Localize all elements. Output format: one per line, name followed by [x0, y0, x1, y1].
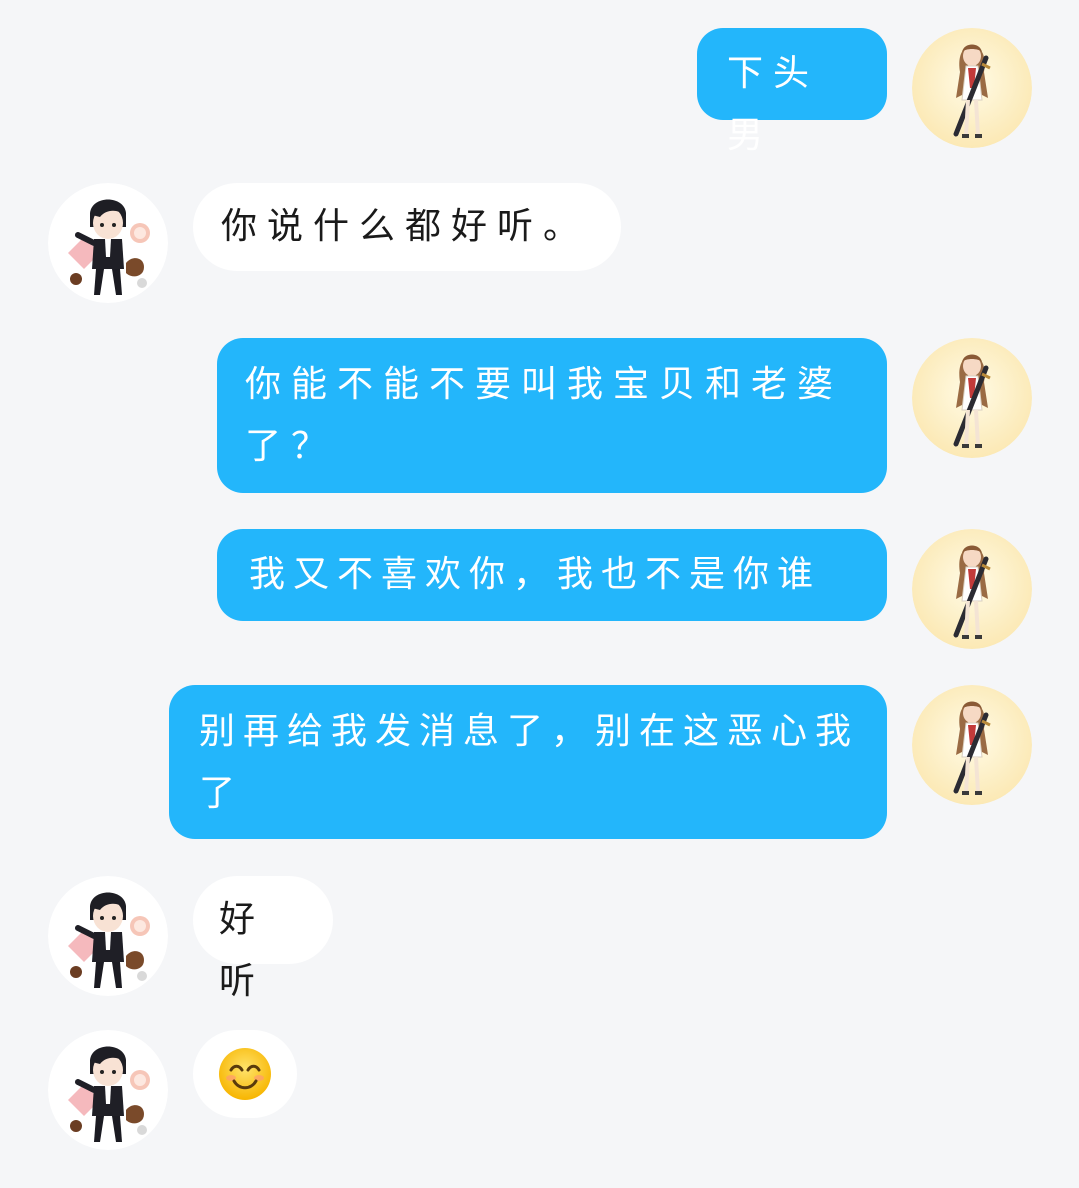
message-row-sent: 别再给我发消息了，别在这恶心我了: [0, 685, 1079, 839]
message-row-received: [0, 1030, 1079, 1150]
smiling-face-emoji-icon: [217, 1046, 273, 1102]
girl-avatar[interactable]: [912, 338, 1032, 458]
message-text: 我又不喜欢你，我也不是你谁: [249, 554, 822, 595]
boy-avatar[interactable]: [48, 876, 168, 996]
girl-avatar[interactable]: [912, 28, 1032, 148]
message-text: 你能不能不要叫我宝贝和老婆了？: [245, 364, 844, 467]
message-bubble[interactable]: 你能不能不要叫我宝贝和老婆了？: [217, 338, 887, 493]
message-row-sent: 我又不喜欢你，我也不是你谁: [0, 529, 1079, 621]
boy-avatar[interactable]: [48, 1030, 168, 1150]
message-bubble[interactable]: [193, 1030, 297, 1118]
message-bubble[interactable]: 我又不喜欢你，我也不是你谁: [217, 529, 887, 621]
message-text: 你说什么都好听。: [221, 206, 590, 247]
message-bubble[interactable]: 下头男: [697, 28, 887, 156]
message-bubble[interactable]: 你说什么都好听。: [193, 183, 621, 271]
message-bubble[interactable]: 别再给我发消息了，别在这恶心我了: [169, 685, 887, 839]
boy-avatar[interactable]: [48, 183, 168, 303]
girl-avatar[interactable]: [912, 529, 1032, 649]
message-bubble[interactable]: 好听: [193, 876, 333, 1002]
message-row-received: 你说什么都好听。: [0, 183, 1079, 303]
message-row-sent: 你能不能不要叫我宝贝和老婆了？: [0, 338, 1079, 493]
message-row-received: 好听: [0, 876, 1079, 1002]
message-text: 好听: [219, 899, 266, 1002]
message-text: 下头男: [727, 53, 820, 156]
message-row-sent: 下头男: [0, 28, 1079, 156]
girl-avatar[interactable]: [912, 685, 1032, 805]
message-text: 别再给我发消息了，别在这恶心我了: [199, 711, 860, 814]
